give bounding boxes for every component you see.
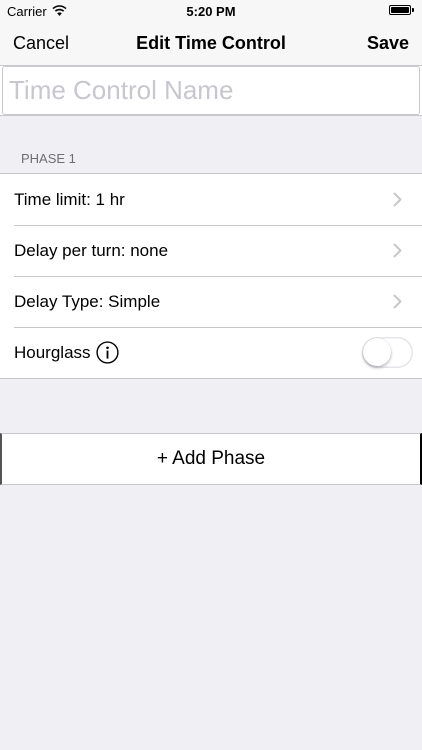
battery-icon [389,5,411,15]
battery-cap [412,8,414,12]
time-limit-row[interactable]: Time limit: 1 hr [0,174,422,225]
page-title: Edit Time Control [136,33,286,53]
phase-section-header: PHASE 1 [21,151,76,166]
toggle-knob [363,338,391,366]
status-right [389,5,414,15]
delay-per-turn-row[interactable]: Delay per turn: none [0,225,422,276]
add-phase-button[interactable]: + Add Phase [0,433,422,485]
info-icon[interactable] [95,341,119,364]
name-field-container [0,66,422,116]
delay-type-row[interactable]: Delay Type: Simple [0,276,422,327]
chevron-right-icon [393,192,402,212]
chevron-right-icon [393,294,402,314]
hourglass-label: Hourglass [14,342,91,362]
chevron-right-icon [393,243,402,263]
time-control-name-input[interactable] [2,66,420,115]
time-limit-label: Time limit: 1 hr [14,189,125,209]
status-time: 5:20 PM [186,4,236,19]
hourglass-row: Hourglass [0,327,422,378]
save-button[interactable]: Save [367,33,409,54]
navigation-bar: Cancel Edit Time Control Save [0,22,422,66]
status-bar: Carrier 5:20 PM [0,0,422,22]
delay-per-turn-label: Delay per turn: none [14,240,169,260]
hourglass-toggle[interactable] [362,337,413,368]
phase-settings-group: Time limit: 1 hr Delay per turn: none De… [0,173,422,379]
delay-type-label: Delay Type: Simple [14,291,161,311]
